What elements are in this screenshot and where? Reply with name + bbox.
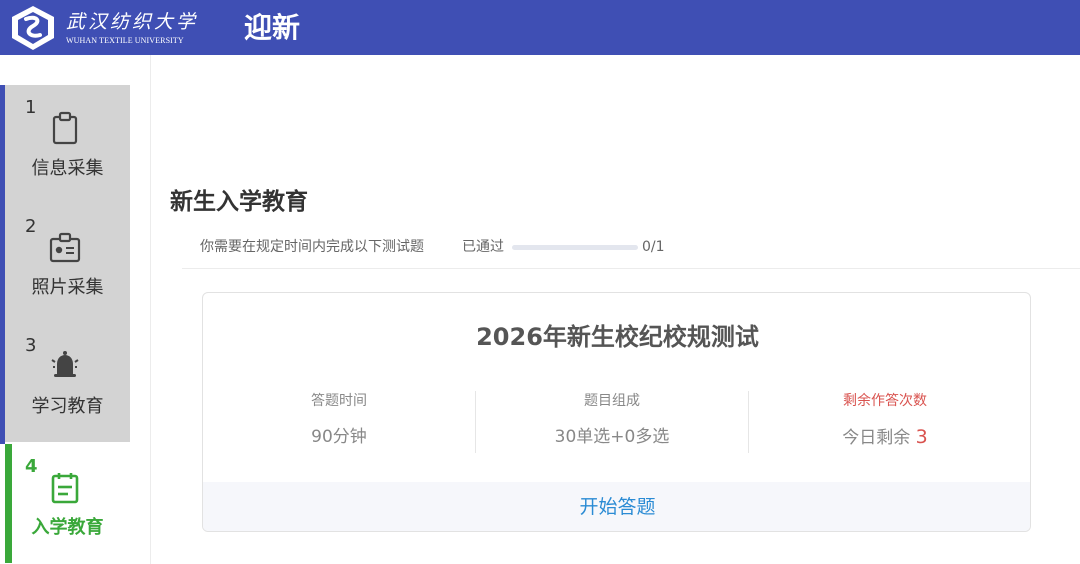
clipboard-icon — [52, 111, 78, 145]
stat-remaining-attempts: 剩余作答次数 今日剩余 3 — [749, 391, 1021, 455]
step-photo-collection[interactable]: 2 照片采集 — [5, 204, 130, 323]
step-label: 照片采集 — [31, 277, 104, 298]
step-number: 4 — [25, 456, 38, 477]
remaining-count: 3 — [915, 426, 928, 448]
step-label: 入学教育 — [31, 517, 104, 538]
step-label: 学习教育 — [31, 396, 104, 417]
exam-title: 2026年新生校纪校规测试 — [476, 323, 759, 351]
calendar-icon — [51, 473, 79, 504]
page-title: 新生入学教育 — [170, 189, 308, 215]
step-label: 信息采集 — [31, 158, 104, 179]
progress-count: 0/1 — [642, 239, 665, 255]
test-description: 你需要在规定时间内完成以下测试题 — [200, 239, 424, 255]
steps-sidebar: 1 信息采集 2 照片采集 3 学习教育 4 入学教育 — [0, 55, 151, 564]
step-number: 1 — [25, 97, 37, 118]
stat-value: 今日剩余 3 — [749, 425, 1021, 450]
top-bar: 武汉纺织大学 WUHAN TEXTILE UNIVERSITY 迎新 — [0, 0, 1080, 55]
logo-english-name: WUHAN TEXTILE UNIVERSITY — [66, 36, 184, 45]
step-info-collection[interactable]: 1 信息采集 — [5, 85, 130, 204]
stat-value: 30单选+0多选 — [554, 427, 670, 447]
passed-label: 已通过 — [462, 239, 504, 255]
stat-answer-time: 答题时间 90分钟 — [203, 391, 475, 455]
divider — [182, 268, 1080, 269]
stat-label: 答题时间 — [311, 393, 367, 409]
stat-value: 90分钟 — [311, 427, 367, 447]
logo-chinese-name: 武汉纺织大学 — [66, 11, 199, 33]
progress-bar — [512, 245, 638, 250]
stat-label: 剩余作答次数 — [843, 393, 927, 409]
stat-question-composition: 题目组成 30单选+0多选 — [476, 391, 748, 455]
active-step-indicator — [5, 444, 12, 563]
remaining-prefix: 今日剩余 — [842, 428, 911, 448]
app-title: 迎新 — [244, 11, 301, 44]
stat-label: 题目组成 — [584, 393, 640, 409]
main-content: 新生入学教育 你需要在规定时间内完成以下测试题 已通过 0/1 2026年新生校… — [152, 55, 1080, 564]
id-card-icon — [49, 232, 81, 263]
step-study-education[interactable]: 3 学习教育 — [5, 323, 130, 442]
step-number: 2 — [25, 216, 37, 237]
start-answering-button[interactable]: 开始答题 — [203, 482, 1030, 531]
step-number: 3 — [25, 335, 37, 356]
step-enrollment-education[interactable]: 4 入学教育 — [5, 444, 130, 563]
bell-icon — [51, 351, 79, 377]
university-logo-icon — [12, 6, 54, 50]
exam-card: 2026年新生校纪校规测试 答题时间 90分钟 题目组成 30单选+0多选 剩余… — [202, 292, 1031, 532]
